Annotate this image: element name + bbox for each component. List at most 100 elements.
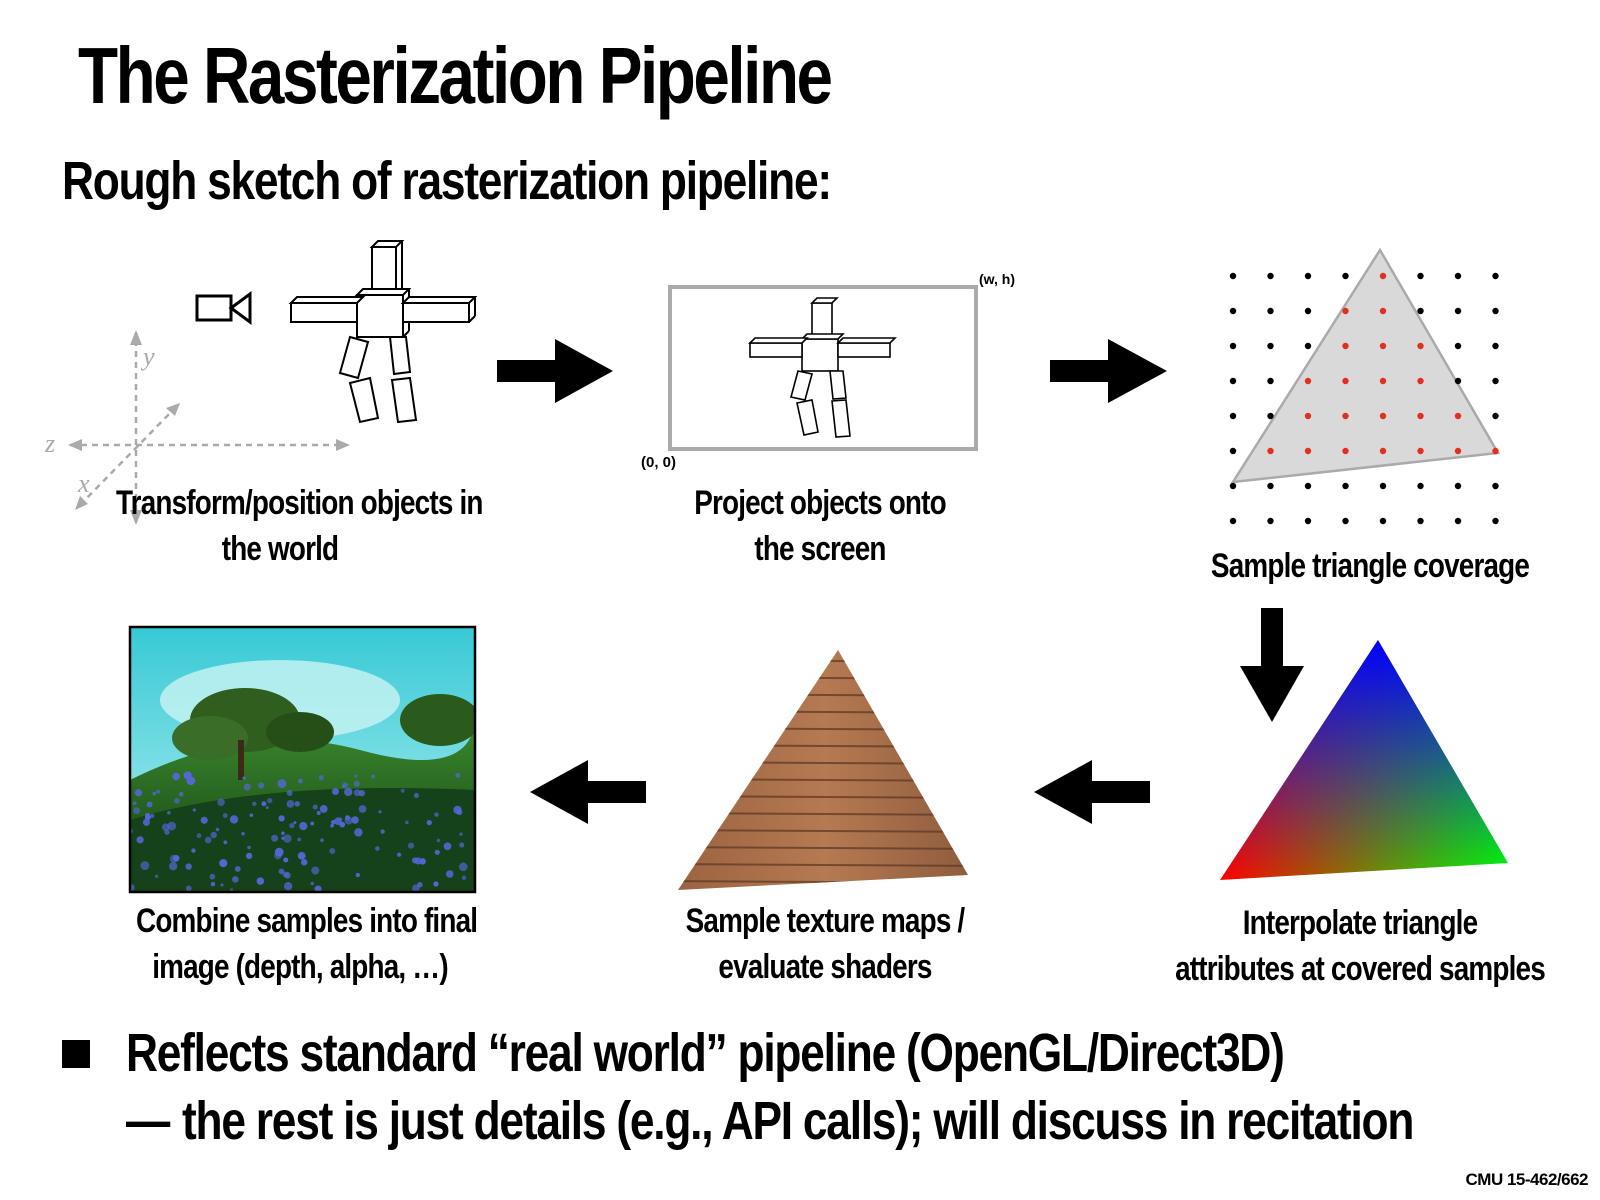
flower-dot bbox=[407, 842, 415, 849]
flower-dot bbox=[414, 857, 422, 865]
flower-dot bbox=[354, 828, 363, 837]
stage-caption-shade: Sample texture maps / evaluate shaders bbox=[661, 898, 989, 990]
flower-dot bbox=[185, 863, 192, 870]
covered-sample-dot bbox=[1379, 272, 1387, 280]
flower-dot bbox=[300, 858, 308, 866]
stage-caption-combine: Combine samples into final image (depth,… bbox=[136, 898, 478, 990]
flower-dot bbox=[196, 833, 202, 839]
covered-sample-dot bbox=[1379, 447, 1387, 455]
flower-dot bbox=[355, 872, 361, 878]
flower-dot bbox=[256, 877, 265, 885]
flower-dot bbox=[282, 871, 289, 878]
wood-plank-line bbox=[678, 659, 968, 663]
camera-icon bbox=[195, 291, 252, 325]
caption-line: the screen bbox=[754, 530, 886, 568]
flower-dot bbox=[278, 815, 285, 822]
flower-dot bbox=[223, 840, 228, 845]
sample-dot bbox=[1267, 342, 1274, 350]
sample-dot bbox=[1229, 307, 1237, 315]
wood-plank-line bbox=[678, 710, 968, 714]
flower-dot bbox=[245, 852, 253, 860]
flower-dot bbox=[461, 875, 467, 880]
sample-dot bbox=[1229, 342, 1237, 350]
flower-dot bbox=[178, 791, 184, 797]
sample-dot bbox=[1267, 307, 1274, 315]
flower-dot bbox=[152, 791, 157, 796]
flower-dot bbox=[297, 837, 302, 842]
flower-dot bbox=[204, 836, 212, 844]
sample-dot bbox=[1492, 482, 1499, 490]
flower-dot bbox=[400, 788, 405, 793]
arrow-right-icon bbox=[1050, 339, 1167, 403]
sample-dot bbox=[1342, 482, 1349, 490]
axis-z-label: z bbox=[44, 429, 55, 458]
sample-dot bbox=[1304, 272, 1312, 280]
stage-caption-transform: Transform/position objects in the world bbox=[116, 480, 483, 572]
axis-x-label: x bbox=[77, 469, 90, 498]
flower-dot bbox=[453, 805, 462, 815]
sample-dot bbox=[1454, 482, 1462, 490]
sample-dot bbox=[1417, 517, 1424, 525]
caption-line: evaluate shaders bbox=[718, 948, 932, 986]
covered-sample-dot bbox=[1417, 447, 1424, 455]
flower-dot bbox=[161, 823, 170, 831]
sample-dot bbox=[1417, 272, 1424, 280]
flower-dot bbox=[434, 812, 439, 817]
flower-dot bbox=[299, 821, 308, 831]
flower-dot bbox=[312, 804, 318, 810]
wood-plank-line bbox=[678, 761, 968, 765]
covered-sample-dot bbox=[1267, 447, 1274, 455]
flower-dot bbox=[168, 862, 178, 871]
bullet-dash: — bbox=[126, 1091, 170, 1151]
flower-dot bbox=[209, 873, 216, 880]
flower-dot bbox=[318, 775, 324, 781]
flower-dot bbox=[319, 805, 328, 813]
flower-dot bbox=[232, 876, 239, 883]
sample-dot bbox=[1454, 272, 1462, 280]
final-rendered-image bbox=[128, 625, 477, 894]
caption-line: Sample texture maps / bbox=[685, 902, 966, 940]
sample-dot bbox=[1267, 272, 1274, 280]
sample-dot bbox=[1342, 272, 1349, 280]
flower-dot bbox=[215, 827, 220, 832]
covered-sample-dot bbox=[1417, 342, 1424, 350]
covered-sample-dot bbox=[1304, 412, 1312, 420]
flower-dot bbox=[210, 831, 217, 839]
flower-dot bbox=[281, 836, 285, 840]
flower-dot bbox=[174, 797, 180, 804]
flower-dot bbox=[274, 851, 282, 860]
sample-dot bbox=[1229, 272, 1237, 280]
stage-caption-project: Project objects onto the screen bbox=[656, 480, 984, 572]
flower-dot bbox=[443, 842, 452, 851]
flower-dot bbox=[417, 881, 423, 888]
sample-dot bbox=[1454, 342, 1462, 350]
sample-dot bbox=[1229, 517, 1237, 525]
covered-sample-dot bbox=[1342, 447, 1349, 455]
flower-dot bbox=[267, 798, 273, 804]
flower-dot bbox=[261, 801, 267, 807]
covered-sample-dot bbox=[1342, 307, 1349, 315]
flower-dot bbox=[220, 883, 224, 887]
flower-dot bbox=[338, 817, 343, 821]
flower-dot bbox=[289, 823, 295, 829]
sample-dot bbox=[1417, 482, 1424, 490]
sample-dot bbox=[1492, 342, 1499, 350]
flower-dot bbox=[310, 821, 315, 826]
flower-dot bbox=[222, 813, 228, 819]
wood-plank-line bbox=[678, 693, 968, 697]
wood-plank-line bbox=[678, 795, 968, 799]
caption-line: Transform/position objects in bbox=[116, 484, 483, 522]
flower-dot bbox=[132, 801, 137, 806]
sample-dot bbox=[1379, 517, 1387, 525]
flower-dot bbox=[433, 881, 439, 887]
sample-dot bbox=[1304, 342, 1312, 350]
caption-line: Interpolate triangle bbox=[1242, 904, 1478, 942]
sample-dot bbox=[1492, 272, 1499, 280]
caption-line: the world bbox=[221, 530, 339, 568]
flower-dot bbox=[286, 790, 293, 796]
covered-sample-dot bbox=[1304, 447, 1312, 455]
caption-line: Project objects onto bbox=[694, 484, 946, 522]
covered-sample-dot bbox=[1342, 342, 1349, 350]
flower-dot bbox=[286, 800, 295, 808]
flower-dot bbox=[458, 862, 468, 872]
